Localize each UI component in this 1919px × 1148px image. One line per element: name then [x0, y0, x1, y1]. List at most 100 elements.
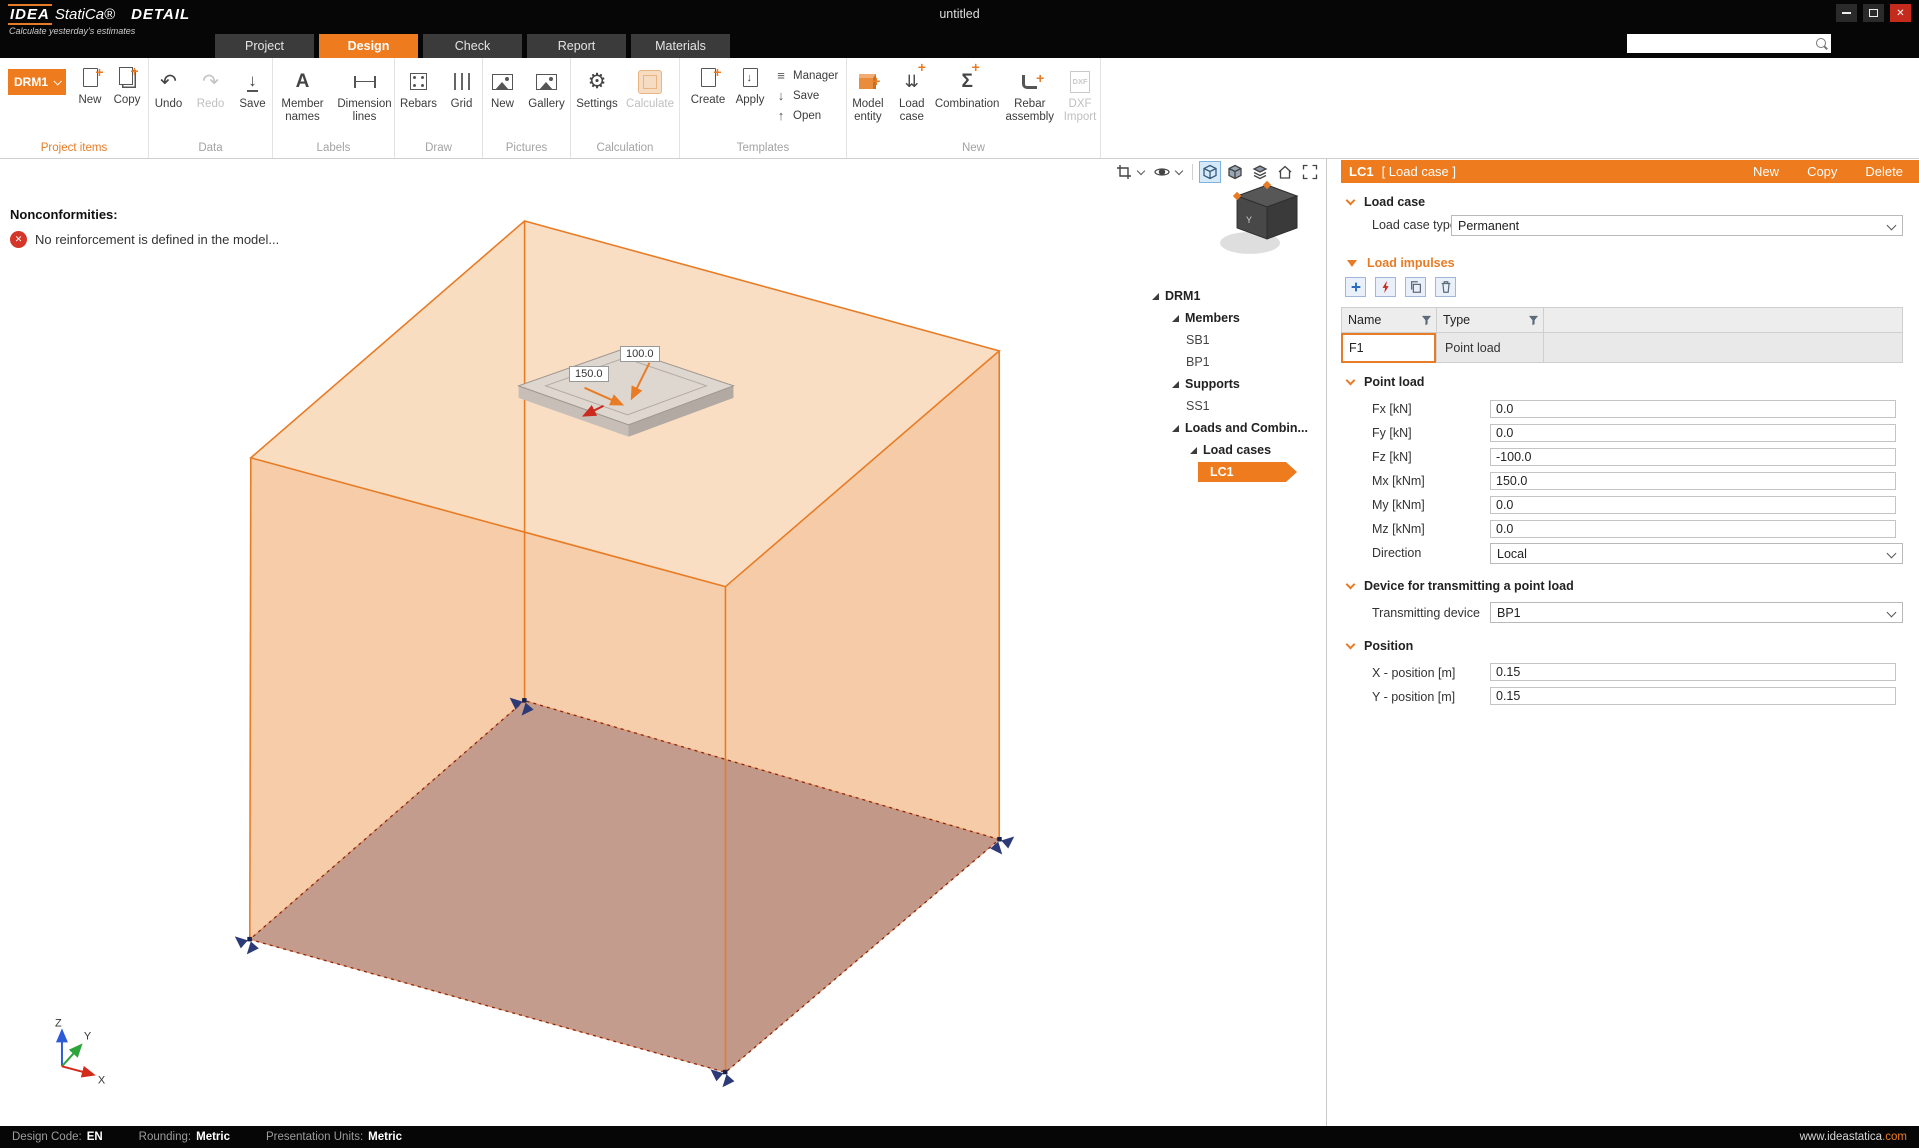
section-load-case[interactable]: Load case [1347, 195, 1425, 209]
template-save-button[interactable]: ↓ Save [774, 87, 838, 104]
load-case-type-dropdown[interactable]: Permanent [1451, 215, 1903, 236]
tree-item-sb1[interactable]: SB1 [1146, 329, 1327, 351]
my-label: My [kNm] [1372, 498, 1425, 512]
section-load-impulses[interactable]: Load impulses [1347, 256, 1455, 270]
website-link[interactable]: www.ideastatica .com [1800, 1131, 1907, 1143]
expander-icon[interactable] [1172, 425, 1179, 432]
fx-input[interactable] [1490, 400, 1896, 418]
filter-icon[interactable] [1528, 315, 1539, 326]
lightning-icon [1379, 280, 1393, 294]
section-position[interactable]: Position [1347, 639, 1413, 653]
impulse-type-cell[interactable]: Point load [1436, 333, 1543, 363]
view-solid-button[interactable] [1224, 161, 1246, 183]
combination-button[interactable]: Σ Combination [935, 62, 1000, 124]
impulse-type-button[interactable] [1375, 277, 1396, 297]
template-manager-button[interactable]: ≡ Manager [774, 67, 838, 84]
undo-icon: ↶ [160, 72, 177, 92]
fullscreen-button[interactable] [1299, 161, 1321, 183]
section-view-dropdown-icon[interactable] [1137, 167, 1145, 175]
panel-delete-button[interactable]: Delete [1865, 164, 1903, 179]
column-header-type[interactable]: Type [1436, 307, 1543, 333]
expander-icon[interactable] [1172, 381, 1179, 388]
grid-button[interactable]: Grid [444, 62, 480, 111]
home-view-button[interactable] [1274, 161, 1296, 183]
minimize-button[interactable] [1836, 4, 1857, 22]
tab-materials[interactable]: Materials [631, 34, 730, 58]
search-icon[interactable] [1814, 37, 1828, 51]
gallery-button[interactable]: Gallery [525, 62, 569, 111]
rebars-button[interactable]: Rebars [398, 62, 440, 111]
copy-impulse-button[interactable] [1405, 277, 1426, 297]
rebar-assembly-button[interactable]: Rebar assembly [1003, 62, 1056, 124]
tab-report[interactable]: Report [527, 34, 626, 58]
orbit-dropdown-icon[interactable] [1175, 167, 1183, 175]
column-header-name[interactable]: Name [1341, 307, 1436, 333]
filter-icon[interactable] [1421, 315, 1432, 326]
layers-button[interactable] [1249, 161, 1271, 183]
mz-input[interactable] [1490, 520, 1896, 538]
expander-icon[interactable] [1190, 447, 1197, 454]
template-create-button[interactable]: Create [686, 58, 730, 124]
tree-item-load-cases[interactable]: Load cases [1146, 439, 1327, 461]
section-point-load[interactable]: Point load [1347, 375, 1424, 389]
table-row-f1[interactable]: F1 Point load [1341, 333, 1903, 363]
fz-input[interactable] [1490, 448, 1896, 466]
group-label-draw: Draw [395, 142, 482, 154]
dxf-import-button[interactable]: DXF DXF Import [1060, 62, 1100, 124]
3d-scene-canvas[interactable]: Y Z Y X [0, 159, 1326, 1125]
tree-item-lc1[interactable]: LC1 [1198, 462, 1286, 482]
title-bar: IDEA StatiCa® DETAIL Calculate yesterday… [0, 0, 1919, 58]
my-input[interactable] [1490, 496, 1896, 514]
maximize-button[interactable] [1863, 4, 1884, 22]
section-view-button[interactable] [1113, 161, 1135, 183]
impulse-name-cell[interactable]: F1 [1341, 333, 1436, 363]
tab-design[interactable]: Design [319, 34, 418, 58]
project-item-drm1-button[interactable]: DRM1 [8, 69, 66, 95]
tree-item-drm1[interactable]: DRM1 [1146, 285, 1327, 307]
tree-item-members[interactable]: Members [1146, 307, 1327, 329]
direction-dropdown[interactable]: Local [1490, 543, 1903, 564]
panel-copy-button[interactable]: Copy [1807, 164, 1837, 179]
settings-button[interactable]: ⚙ Settings [574, 62, 620, 111]
fy-input[interactable] [1490, 424, 1896, 442]
tab-check[interactable]: Check [423, 34, 522, 58]
undo-button[interactable]: ↶ Undo [150, 62, 188, 111]
rebars-icon [410, 73, 427, 90]
expander-icon[interactable] [1152, 293, 1159, 300]
model-entity-button[interactable]: Model entity [847, 62, 889, 124]
dimension-lines-button[interactable]: Dimension lines [336, 62, 394, 124]
transmitting-device-dropdown[interactable]: BP1 [1490, 602, 1903, 623]
tree-item-supports[interactable]: Supports [1146, 373, 1327, 395]
close-button[interactable] [1890, 4, 1911, 22]
calculate-button[interactable]: Calculate [624, 62, 676, 111]
add-impulse-button[interactable] [1345, 277, 1366, 297]
save-button[interactable]: ↓ Save [234, 62, 272, 111]
redo-button[interactable]: ↷ Redo [192, 62, 230, 111]
y-position-input[interactable] [1490, 687, 1896, 705]
load-case-button[interactable]: ⇊ Load case [893, 62, 931, 124]
tree-item-ss1[interactable]: SS1 [1146, 395, 1327, 417]
delete-impulse-button[interactable] [1435, 277, 1456, 297]
new-picture-button[interactable]: New [485, 62, 521, 111]
tab-project[interactable]: Project [215, 34, 314, 58]
mx-input[interactable] [1490, 472, 1896, 490]
template-open-button[interactable]: ↑ Open [774, 107, 838, 124]
new-project-item-button[interactable]: New [72, 58, 108, 107]
template-apply-button[interactable]: ↓ Apply [730, 58, 770, 124]
x-position-input[interactable] [1490, 663, 1896, 681]
section-device[interactable]: Device for transmitting a point load [1347, 579, 1574, 593]
3d-viewport[interactable]: Y Z Y X Nonconformities: No reinforcemen… [0, 159, 1327, 1126]
orbit-button[interactable] [1151, 161, 1173, 183]
tree-item-bp1[interactable]: BP1 [1146, 351, 1327, 373]
tree-item-loads[interactable]: Loads and Combin... [1146, 417, 1327, 439]
navigation-cube[interactable]: Y [1220, 181, 1297, 254]
y-position-label: Y - position [m] [1372, 690, 1455, 704]
copy-project-item-button[interactable]: Copy [108, 58, 146, 107]
search-input[interactable] [1627, 36, 1814, 51]
member-names-button[interactable]: A Member names [274, 62, 332, 124]
view-wireframe-button[interactable] [1199, 161, 1221, 183]
copy-document-icon [119, 67, 133, 85]
panel-new-button[interactable]: New [1753, 164, 1779, 179]
expander-icon[interactable] [1172, 315, 1179, 322]
rebar-assembly-icon [1022, 75, 1037, 89]
